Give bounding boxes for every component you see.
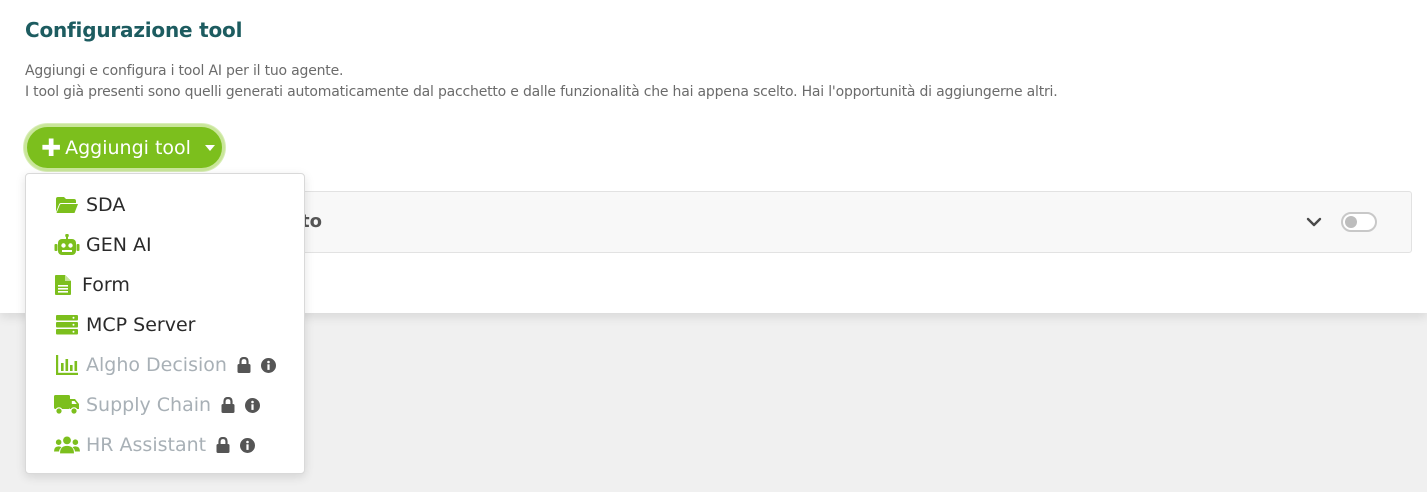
dropdown-item-form[interactable]: Form [26, 265, 304, 305]
plus-icon: ✚ [41, 133, 62, 162]
file-text-icon [50, 273, 76, 297]
bar-chart-icon [54, 353, 80, 377]
tool-toggle[interactable] [1341, 212, 1377, 232]
dropdown-item-label: MCP Server [86, 314, 196, 336]
description-line-2: I tool già presenti sono quelli generati… [25, 84, 1058, 100]
truck-icon [54, 393, 80, 417]
dropdown-item-label: GEN AI [86, 234, 152, 256]
server-icon [54, 313, 80, 337]
dropdown-item-hr-assistant: HR Assistant [26, 425, 304, 465]
info-icon[interactable] [260, 357, 276, 373]
folder-open-icon [54, 193, 80, 217]
add-tool-dropdown: SDA GEN AI Form MCP Server Algho Decisio… [25, 173, 305, 474]
users-icon [54, 433, 80, 457]
chevron-down-icon[interactable] [1305, 213, 1323, 231]
robot-icon [54, 233, 80, 257]
dropdown-item-mcp-server[interactable]: MCP Server [26, 305, 304, 345]
lock-icon [216, 437, 230, 453]
page-description: Aggiungi e configura i tool AI per il tu… [25, 61, 1058, 103]
dropdown-item-label: HR Assistant [86, 434, 207, 456]
add-tool-button[interactable]: ✚ Aggiungi tool [24, 124, 225, 171]
lock-icon [221, 397, 235, 413]
caret-down-icon [204, 144, 215, 151]
dropdown-item-label: Supply Chain [86, 394, 212, 416]
add-tool-button-label: Aggiungi tool [65, 136, 191, 159]
page-title: Configurazione tool [25, 18, 243, 42]
info-icon[interactable] [245, 397, 261, 413]
dropdown-item-supply-chain: Supply Chain [26, 385, 304, 425]
description-line-1: Aggiungi e configura i tool AI per il tu… [25, 63, 344, 79]
toggle-knob [1345, 216, 1357, 228]
dropdown-item-label: Form [82, 274, 130, 296]
dropdown-item-label: SDA [86, 194, 126, 216]
lock-icon [237, 357, 251, 373]
dropdown-item-algho-decision: Algho Decision [26, 345, 304, 385]
info-icon[interactable] [240, 437, 256, 453]
dropdown-item-gen-ai[interactable]: GEN AI [26, 225, 304, 265]
dropdown-item-label: Algho Decision [86, 354, 227, 376]
dropdown-item-sda[interactable]: SDA [26, 185, 304, 225]
